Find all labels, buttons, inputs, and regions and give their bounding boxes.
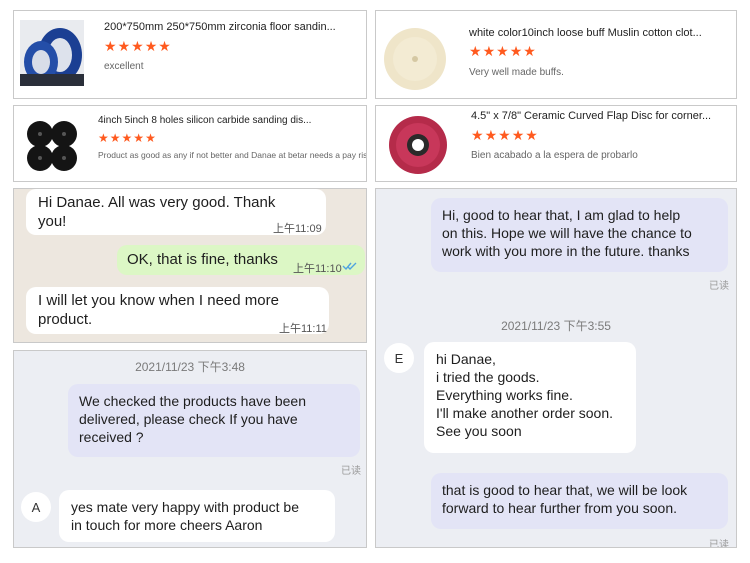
outgoing-message: that is good to hear that, we will be lo… bbox=[431, 473, 728, 529]
star-icon: ★ bbox=[469, 44, 482, 60]
red-flap-disc-image bbox=[389, 116, 447, 174]
star-icon: ★ bbox=[117, 39, 131, 55]
read-receipt: 已读 bbox=[709, 281, 729, 292]
star-icon: ★ bbox=[109, 131, 121, 145]
review-title[interactable]: 200*750mm 250*750mm zirconia floor sandi… bbox=[104, 21, 336, 33]
avatar[interactable]: E bbox=[384, 343, 414, 373]
star-icon: ★ bbox=[484, 128, 498, 144]
review-card-3: 4inch 5inch 8 holes silicon carbide sand… bbox=[13, 105, 367, 182]
star-icon: ★ bbox=[133, 131, 145, 145]
chat-date: 2021/11/23 下午3:48 bbox=[135, 360, 245, 374]
review-title[interactable]: 4inch 5inch 8 holes silicon carbide sand… bbox=[98, 115, 311, 126]
star-icon: ★ bbox=[511, 128, 525, 144]
incoming-message: yes mate very happy with product be in t… bbox=[59, 490, 335, 542]
message-time: 上午11:09 bbox=[273, 223, 322, 235]
cotton-buff-wheel-image bbox=[382, 26, 448, 92]
read-receipt: 已读 bbox=[709, 540, 729, 548]
message-time: 上午11:10 bbox=[293, 263, 342, 275]
review-title[interactable]: 4.5" x 7/8" Ceramic Curved Flap Disc for… bbox=[471, 110, 711, 122]
black-sanding-discs-image bbox=[27, 121, 77, 171]
star-rating: ★ ★ ★ ★ ★ bbox=[98, 131, 156, 145]
avatar[interactable]: A bbox=[21, 492, 51, 522]
star-icon: ★ bbox=[509, 44, 523, 60]
star-icon: ★ bbox=[498, 128, 511, 144]
star-icon: ★ bbox=[496, 44, 509, 60]
star-icon: ★ bbox=[158, 39, 171, 55]
star-icon: ★ bbox=[104, 39, 117, 55]
review-comment: Very well made buffs. bbox=[469, 67, 564, 78]
incoming-message: hi Danae, i tried the goods. Everything … bbox=[424, 342, 636, 453]
star-icon: ★ bbox=[523, 44, 536, 60]
star-icon: ★ bbox=[98, 131, 109, 145]
review-card-2: white color10inch loose buff Muslin cott… bbox=[375, 10, 737, 99]
blue-sanding-belt-image bbox=[20, 20, 84, 86]
star-icon: ★ bbox=[144, 39, 158, 55]
review-comment: Bien acabado a la espera de probarlo bbox=[471, 150, 638, 161]
star-icon: ★ bbox=[525, 128, 538, 144]
star-icon: ★ bbox=[121, 131, 133, 145]
star-icon: ★ bbox=[131, 39, 144, 55]
review-comment: excellent bbox=[104, 61, 144, 72]
outgoing-message: We checked the products have been delive… bbox=[68, 384, 360, 457]
star-rating: ★ ★ ★ ★ ★ bbox=[469, 45, 536, 59]
read-receipt: 已读 bbox=[341, 466, 361, 477]
star-rating: ★ ★ ★ ★ ★ bbox=[471, 129, 538, 143]
chat-date: 2021/11/23 下午3:55 bbox=[501, 319, 611, 333]
star-rating: ★ ★ ★ ★ ★ bbox=[104, 40, 171, 54]
review-title[interactable]: white color10inch loose buff Muslin cott… bbox=[469, 27, 702, 39]
review-comment: Product as good as any if not better and… bbox=[98, 150, 367, 160]
chat-screenshot-e: Hi, good to hear that, I am glad to help… bbox=[375, 188, 737, 548]
message-time: 上午11:11 bbox=[279, 323, 327, 335]
star-icon: ★ bbox=[471, 128, 484, 144]
read-double-check-icon bbox=[342, 262, 357, 271]
star-icon: ★ bbox=[145, 131, 156, 145]
review-card-1: 200*750mm 250*750mm zirconia floor sandi… bbox=[13, 10, 367, 99]
review-card-4: 4.5" x 7/8" Ceramic Curved Flap Disc for… bbox=[375, 105, 737, 182]
chat-screenshot-whatsapp: Hi Danae. All was very good. Thank you! … bbox=[13, 188, 367, 343]
chat-screenshot-aaron: 2021/11/23 下午3:48 We checked the product… bbox=[13, 350, 367, 548]
outgoing-message: Hi, good to hear that, I am glad to help… bbox=[431, 198, 728, 272]
star-icon: ★ bbox=[482, 44, 496, 60]
